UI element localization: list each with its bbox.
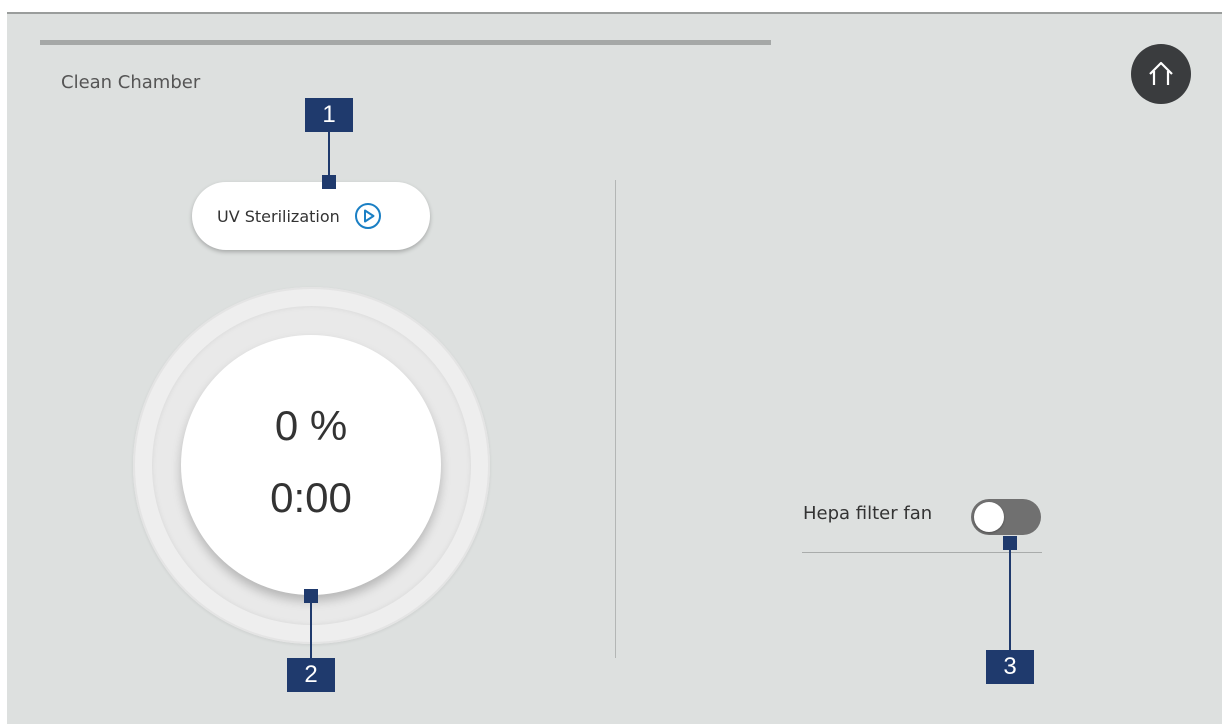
top-progress-bar	[40, 40, 771, 45]
callout-2-badge: 2	[287, 658, 335, 692]
play-circle-icon	[354, 203, 381, 229]
progress-percent: 0 %	[274, 402, 348, 449]
callout-1-badge: 1	[305, 98, 353, 132]
section-divider	[615, 180, 616, 658]
progress-dial	[181, 335, 441, 595]
uv-sterilization-label: UV Sterilization	[217, 206, 340, 226]
uv-sterilization-button[interactable]: UV Sterilization	[192, 182, 430, 250]
hepa-divider	[802, 552, 1042, 553]
callout-2-line	[310, 603, 312, 658]
app-screen: Clean Chamber UV Sterilization 0 % 0:00 …	[7, 12, 1222, 724]
hepa-filter-fan-toggle[interactable]	[971, 499, 1041, 535]
page-title: Clean Chamber	[61, 72, 201, 93]
callout-1-marker	[322, 175, 336, 189]
home-icon	[1149, 61, 1173, 85]
callout-3-badge: 3	[986, 650, 1034, 684]
callout-3-marker	[1003, 536, 1017, 550]
toggle-knob	[974, 502, 1004, 532]
callout-3-line	[1009, 550, 1011, 650]
hepa-filter-fan-label: Hepa filter fan	[803, 503, 933, 524]
callout-2-marker	[304, 589, 318, 603]
progress-time: 0:00	[270, 474, 352, 521]
home-button[interactable]	[1131, 44, 1191, 104]
callout-1-line	[328, 132, 330, 176]
